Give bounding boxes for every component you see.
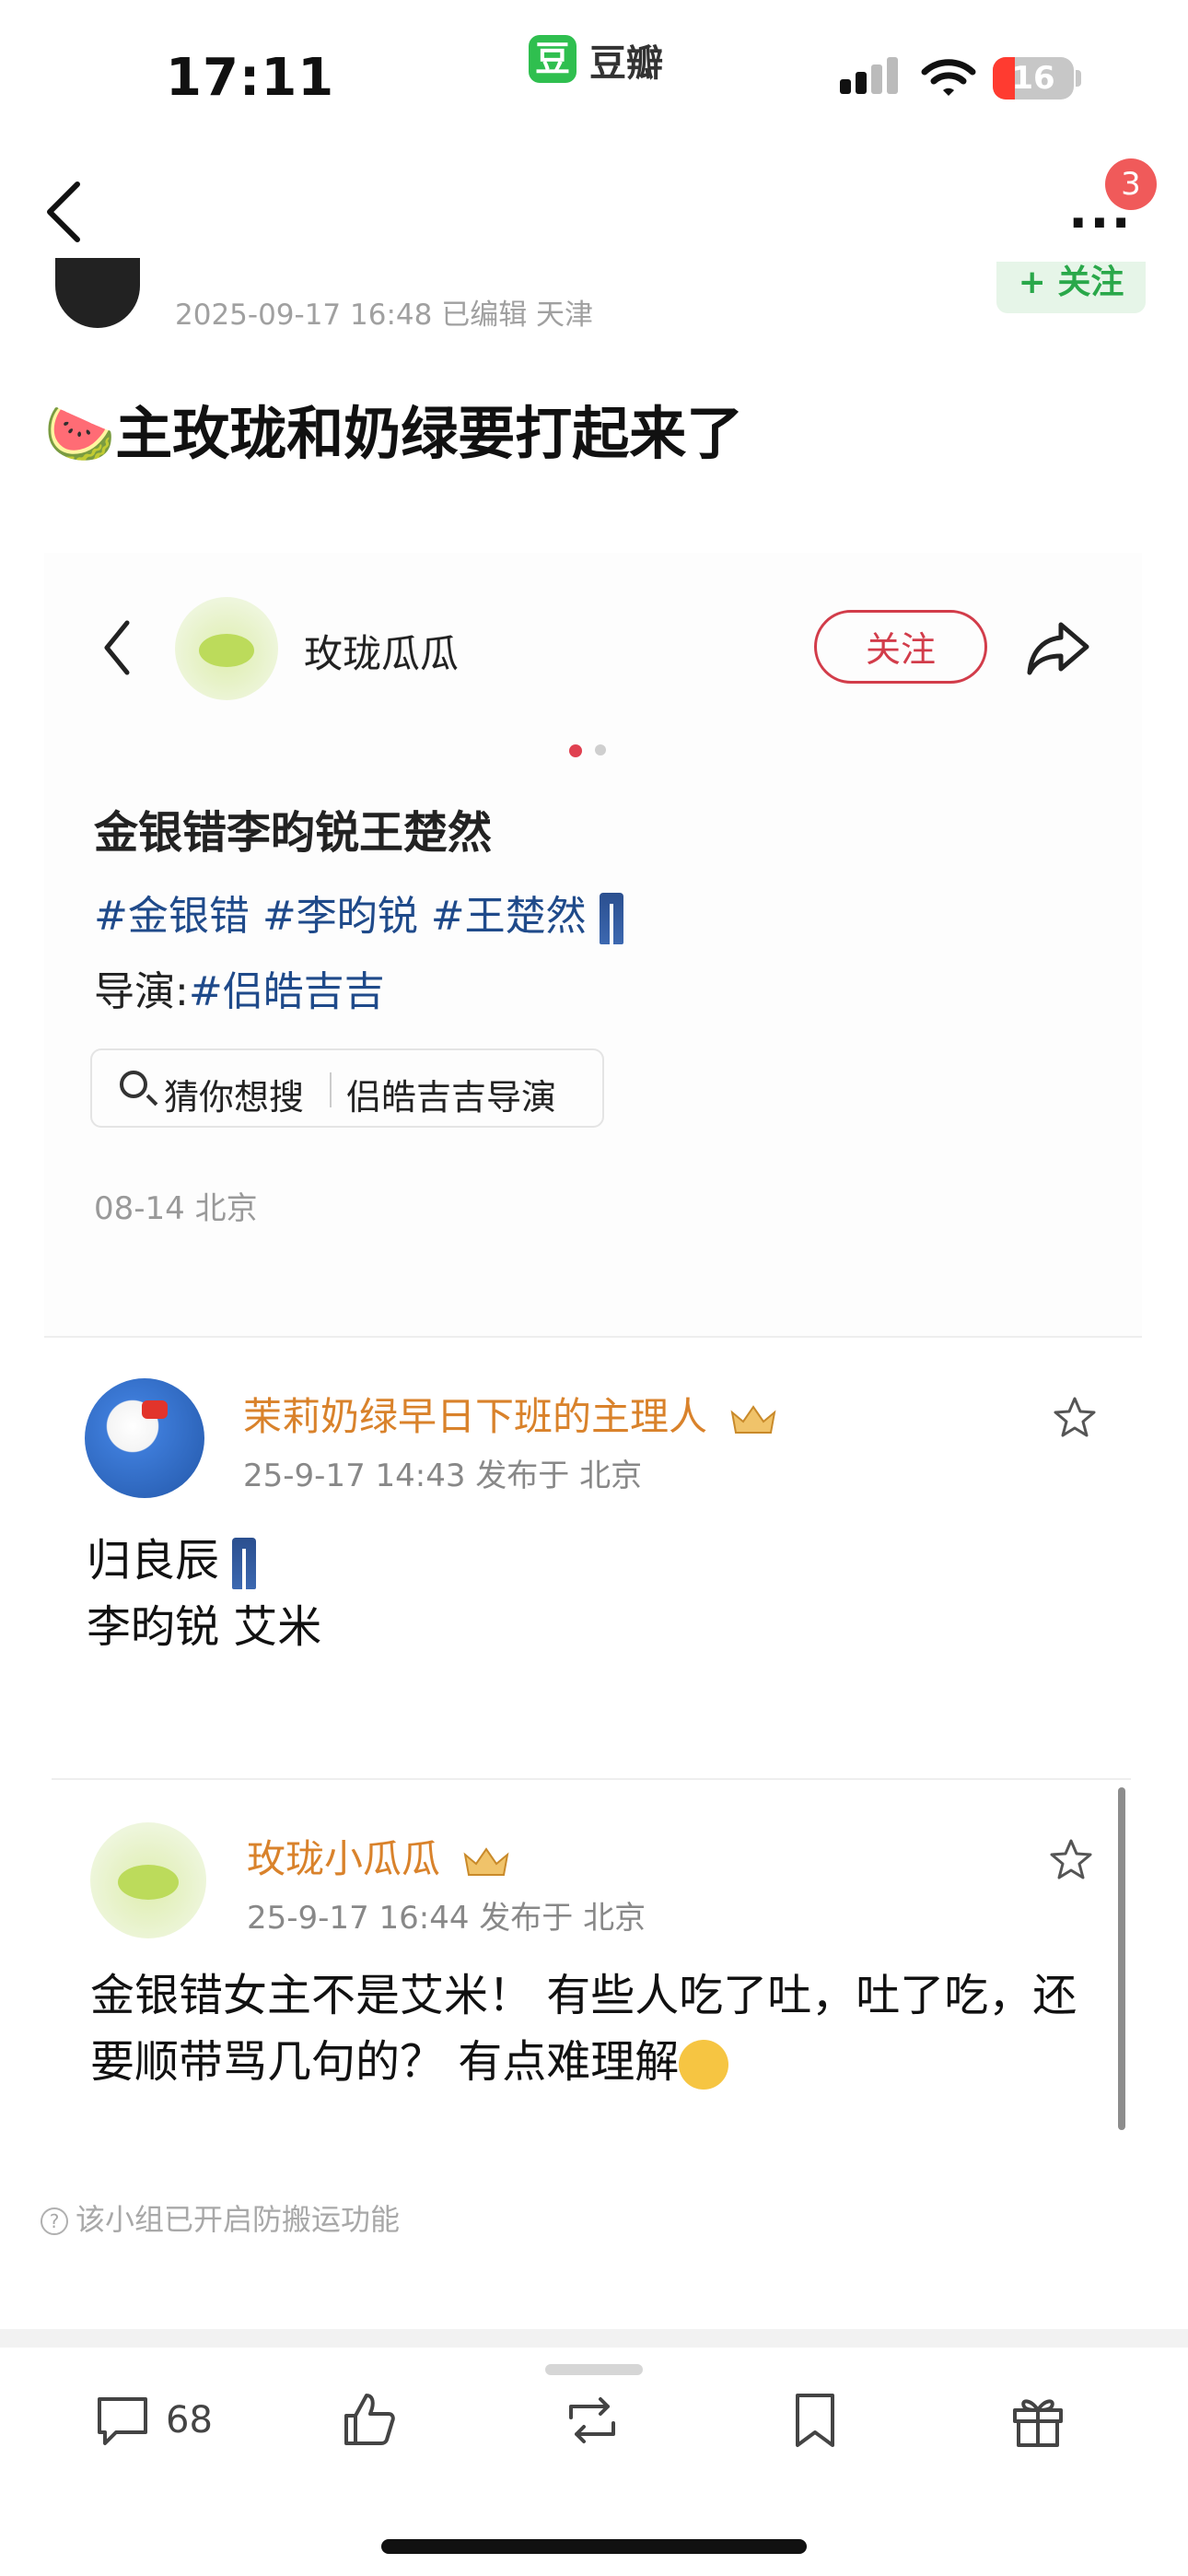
follow-button[interactable]: + 关注 <box>996 262 1146 313</box>
embed-tags: #金银错 #李昀锐 #王楚然 <box>94 883 623 944</box>
search-suggestion: 猜你想搜 侣皓吉吉导演 <box>90 1048 604 1128</box>
divider <box>44 1336 1142 1338</box>
search-prefix: 猜你想搜 <box>164 1077 305 1118</box>
scrollbar[interactable] <box>1118 1787 1125 2130</box>
crown-badge-icon <box>730 1404 776 1434</box>
share-icon <box>1027 622 1089 675</box>
battery-icon: 16 <box>993 57 1074 100</box>
director-tag: #侣皓吉吉 <box>188 968 385 1015</box>
comment-line: 李昀锐 艾米 <box>87 1601 322 1653</box>
repost-icon[interactable] <box>562 2390 623 2451</box>
star-icon[interactable] <box>1052 1395 1098 1441</box>
wifi-icon <box>921 59 976 96</box>
embed-tags-text: #金银错 #李昀锐 #王楚然 <box>94 893 587 940</box>
notification-badge: 3 <box>1105 158 1157 210</box>
search-divider <box>330 1072 332 1107</box>
comment-line: 归良辰 <box>87 1535 220 1587</box>
comment-text: 金银错女主不是艾米！ 有些人吃了吐，吐了吃，还要顺带骂几句的？ 有点难理解 <box>90 1970 1077 2088</box>
comment-avatar[interactable] <box>90 1822 206 1938</box>
notice-text: 该小组已开启防搬运功能 <box>76 2202 401 2237</box>
post-meta: 2025-09-17 16:48 已编辑 天津 <box>175 299 594 332</box>
embed-account-name: 玫珑瓜瓜 <box>304 631 460 676</box>
anti-repost-notice: ? 该小组已开启防搬运功能 <box>41 2196 400 2239</box>
thinking-emoji-icon <box>679 2040 729 2090</box>
bookmark-icon[interactable] <box>785 2390 845 2451</box>
app-name: 豆瓣 <box>589 42 663 85</box>
sheet-handle[interactable] <box>545 2364 643 2375</box>
jeans-emoji-icon <box>599 893 623 944</box>
comment-count[interactable]: 68 <box>166 2399 213 2441</box>
like-icon[interactable] <box>339 2390 400 2451</box>
search-icon <box>120 1071 147 1098</box>
embed-back-icon <box>104 620 130 675</box>
embed-follow-button: 关注 <box>814 610 987 684</box>
post-title: 🍉主玫珑和奶绿要打起来了 <box>44 400 744 467</box>
embed-account-avatar <box>175 597 278 700</box>
embed-director: 导演:#侣皓吉吉 <box>94 958 385 1017</box>
comment-meta: 25-9-17 14:43 发布于 北京 <box>243 1458 643 1494</box>
question-icon: ? <box>41 2207 68 2235</box>
search-query: 侣皓吉吉导演 <box>346 1077 557 1118</box>
bottom-shade <box>0 2329 1188 2348</box>
crown-badge-icon <box>463 1846 509 1876</box>
comment-body: 归良辰 李昀锐 艾米 <box>87 1528 321 1660</box>
battery-level: 16 <box>1011 60 1055 97</box>
comment-body: 金银错女主不是艾米！ 有些人吃了吐，吐了吃，还要顺带骂几句的？ 有点难理解 <box>90 1962 1112 2095</box>
divider <box>52 1778 1131 1780</box>
jeans-emoji-icon <box>232 1538 257 1589</box>
embed-date-location: 08-14 北京 <box>94 1190 258 1227</box>
comment-icon[interactable] <box>92 2390 153 2451</box>
carousel-dot-active <box>569 744 582 757</box>
director-label: 导演: <box>94 968 189 1015</box>
embed-title: 金银错李昀锐王楚然 <box>94 807 493 859</box>
comment-meta: 25-9-17 16:44 发布于 北京 <box>247 1900 646 1937</box>
home-indicator[interactable] <box>381 2539 807 2554</box>
star-icon[interactable] <box>1048 1837 1094 1883</box>
battery-nub <box>1076 70 1081 87</box>
comment-username[interactable]: 茉莉奶绿早日下班的主理人 <box>243 1386 778 1442</box>
comment-username-text: 玫珑小瓜瓜 <box>247 1836 441 1881</box>
douban-logo-icon: 豆 <box>529 35 577 83</box>
comment-avatar[interactable] <box>85 1378 204 1498</box>
status-time: 17:11 <box>166 48 335 108</box>
comment-username[interactable]: 玫珑小瓜瓜 <box>247 1828 511 1884</box>
comment-username-text: 茉莉奶绿早日下班的主理人 <box>243 1394 708 1439</box>
author-avatar[interactable] <box>55 258 140 328</box>
gift-icon[interactable] <box>1007 2390 1068 2451</box>
back-icon[interactable] <box>37 175 92 249</box>
cellular-signal-icon <box>840 57 903 94</box>
carousel-dot <box>595 744 606 755</box>
